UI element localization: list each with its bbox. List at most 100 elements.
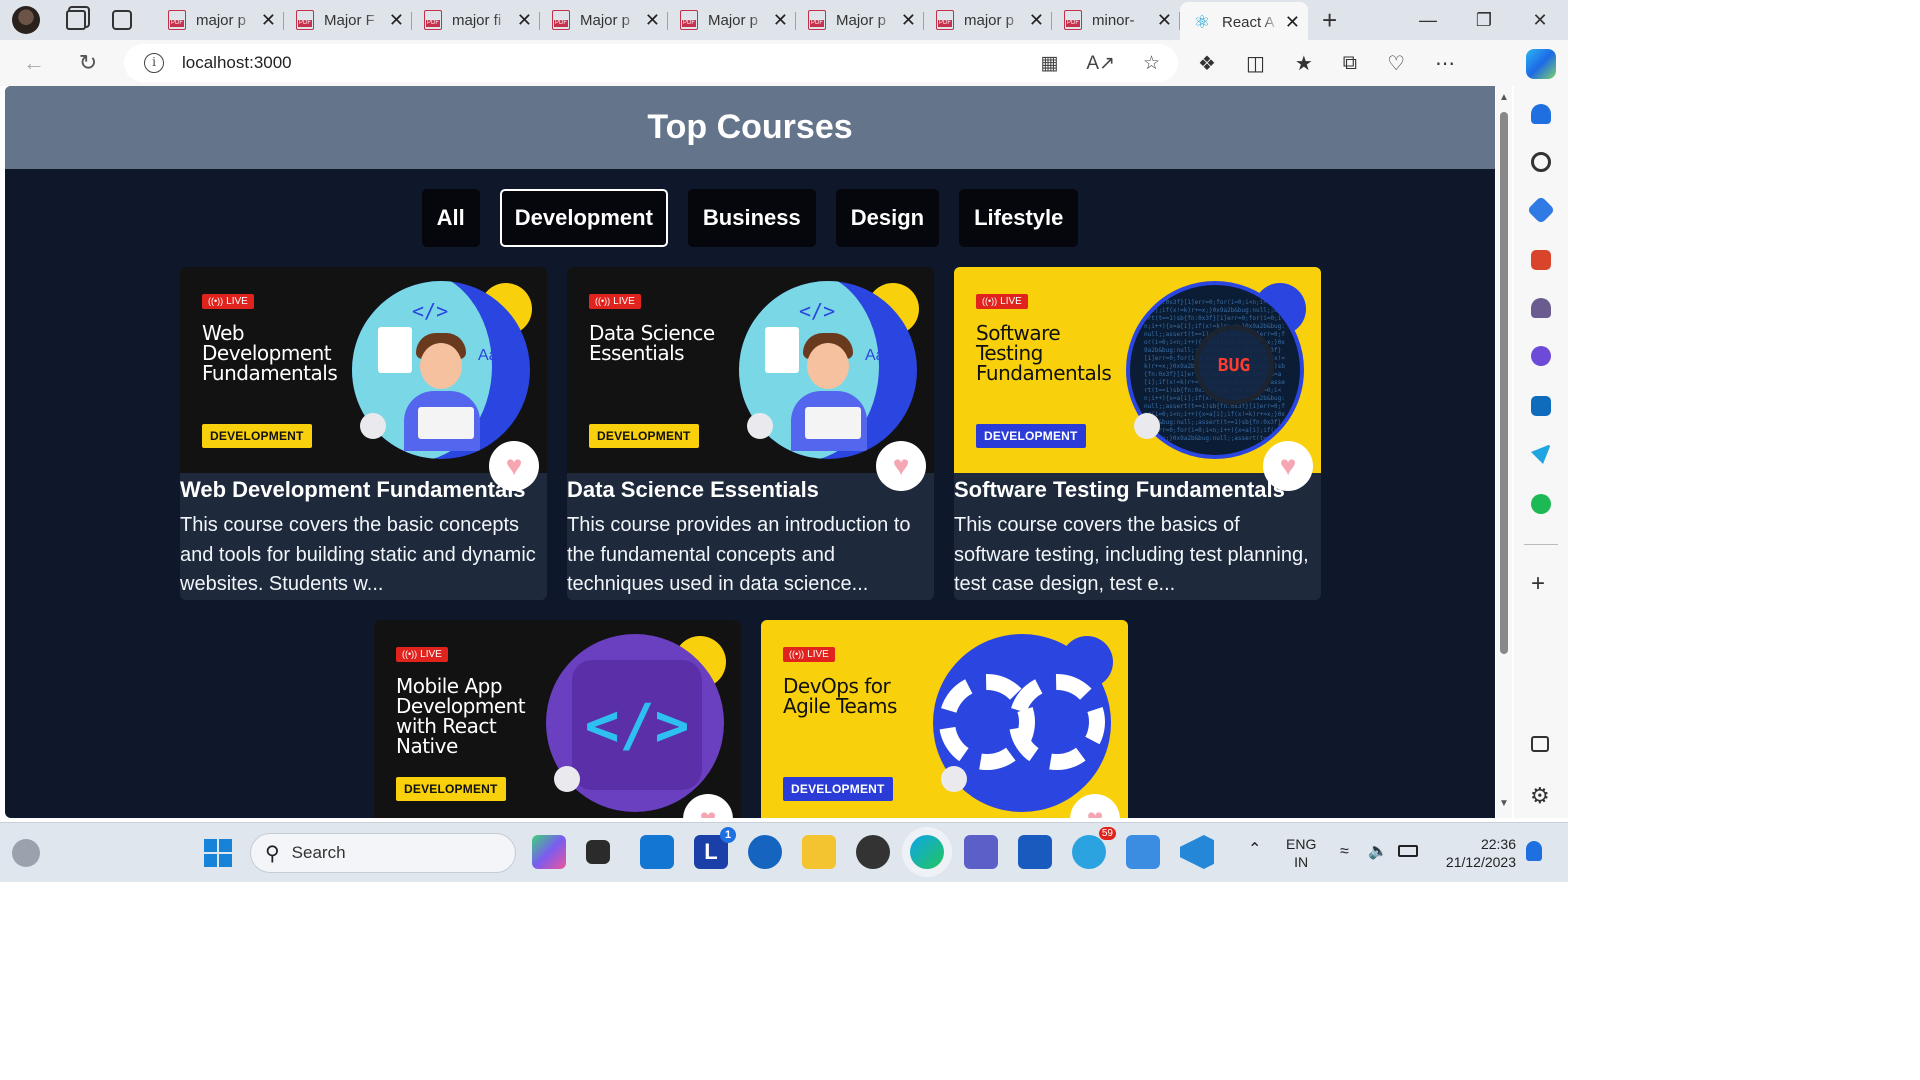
search-icon[interactable] [1531,152,1551,172]
sidebar-toggle-icon[interactable] [1531,736,1549,752]
url-text[interactable]: localhost:3000 [182,53,292,73]
tab-active[interactable]: ⚛ React A ✕ [1180,2,1308,42]
favorite-heart-button[interactable]: ♥ [1263,441,1313,491]
close-tab-icon[interactable]: ✕ [1157,10,1172,31]
minimize-button[interactable]: — [1400,10,1456,31]
page-scrollbar[interactable]: ▲ ▼ [1496,86,1512,818]
refresh-button[interactable]: ↻ [68,50,108,76]
course-title[interactable]: Software Testing Fundamentals [954,477,1321,503]
browser-essentials-icon[interactable]: ♡ [1387,51,1405,76]
tab-actions-icon[interactable] [112,10,132,30]
devops-loop-right [1009,674,1105,770]
course-card[interactable]: ((•)) LIVE Web Development Fundamentals DEV… [180,267,547,600]
filter-development-button[interactable]: Development [499,189,668,247]
photos-app-icon[interactable] [1126,835,1160,869]
close-tab-icon[interactable]: ✕ [1285,12,1300,33]
battery-icon[interactable] [1398,845,1418,857]
word-app-icon[interactable] [1018,835,1052,869]
close-tab-icon[interactable]: ✕ [645,10,660,31]
browser-tab[interactable]: PDF Major p ✕ [796,2,924,38]
course-card[interactable]: ((•)) LIVE Software Testing Fundamentals DE… [954,267,1321,600]
scroll-up-arrow[interactable]: ▲ [1499,92,1509,103]
restore-button[interactable]: ❐ [1456,10,1512,31]
course-title[interactable]: Data Science Essentials [567,477,934,503]
favorite-heart-button[interactable]: ♥ [876,441,926,491]
media-player-icon[interactable] [856,835,890,869]
split-screen-icon[interactable]: ◫ [1246,51,1265,76]
more-menu-icon[interactable]: ⋯ [1435,51,1455,76]
close-tab-icon[interactable]: ✕ [773,10,788,31]
copilot-preview-app-icon[interactable] [532,835,566,869]
vscode-app-icon[interactable] [1180,835,1214,869]
cortana-app-icon[interactable] [748,835,782,869]
close-tab-icon[interactable]: ✕ [901,10,916,31]
microsoft365-icon[interactable] [1531,346,1551,366]
start-button[interactable] [204,839,232,867]
filter-lifestyle-button[interactable]: Lifestyle [959,189,1079,247]
tray-overflow-icon[interactable]: ⌃ [1248,841,1261,859]
course-card[interactable]: ((•)) LIVE DevOps for Agile Teams DEVELOPME… [761,620,1128,818]
widgets-weather-icon[interactable] [12,839,40,867]
close-tab-icon[interactable]: ✕ [1029,10,1044,31]
linkedin-app-icon[interactable]: L1 [694,827,736,869]
add-sidebar-app-icon[interactable]: + [1531,570,1545,598]
browser-tab[interactable]: PDF Major p ✕ [540,2,668,38]
filter-all-button[interactable]: All [421,189,480,247]
browser-tab[interactable]: PDF major p ✕ [156,2,284,38]
close-window-button[interactable]: ✕ [1512,10,1568,31]
language-indicator[interactable]: ENG IN [1286,835,1316,871]
task-view-icon[interactable] [586,840,610,864]
filter-design-button[interactable]: Design [835,189,940,247]
scrollbar-thumb[interactable] [1500,112,1508,654]
collections-icon[interactable]: ⧉ [1343,52,1357,75]
send-icon[interactable] [1531,444,1551,464]
browser-tab[interactable]: PDF major p ✕ [924,2,1052,38]
spotify-icon[interactable] [1531,494,1551,514]
extensions-icon[interactable]: ❖ [1198,51,1216,76]
course-card[interactable]: ((•)) LIVE Mobile App Development with Rea… [374,620,741,818]
profile-avatar[interactable] [12,6,40,34]
volume-icon[interactable]: 🔈 [1368,843,1388,861]
read-aloud-icon[interactable]: A↗ [1086,52,1115,75]
favorite-star-icon[interactable]: ☆ [1143,52,1160,75]
mail-app-icon[interactable] [640,835,674,869]
course-card[interactable]: ((•)) LIVE Data Science Essentials DEVELOPM… [567,267,934,600]
notifications-icon[interactable] [1531,104,1551,124]
shopping-tag-icon[interactable] [1526,195,1556,225]
pdf-file-icon: PDF [680,10,698,30]
tools-icon[interactable] [1531,250,1551,270]
taskbar-search-box[interactable]: ⚲ Search [250,833,516,873]
close-tab-icon[interactable]: ✕ [389,10,404,31]
favorites-icon[interactable]: ★ [1295,51,1313,76]
sidebar-settings-icon[interactable]: ⚙ [1530,783,1550,809]
region-code: IN [1294,854,1309,870]
back-button[interactable]: ← [14,50,54,76]
favorite-heart-button[interactable]: ♥ [489,441,539,491]
scroll-down-arrow[interactable]: ▼ [1499,798,1509,809]
close-tab-icon[interactable]: ✕ [261,10,276,31]
close-tab-icon[interactable]: ✕ [517,10,532,31]
app-available-icon[interactable]: ▦ [1040,52,1058,75]
games-icon[interactable] [1531,298,1551,318]
telegram-app-icon[interactable]: 59 [1072,827,1116,869]
favorite-heart-button[interactable]: ♥ [683,794,733,818]
file-explorer-icon[interactable] [802,835,836,869]
notification-bell-icon[interactable] [1526,841,1542,861]
address-bar[interactable]: i localhost:3000 ▦ A↗ ☆ [124,44,1178,82]
favorite-heart-button[interactable]: ♥ [1070,794,1120,818]
edge-browser-icon[interactable] [910,835,944,869]
wifi-icon[interactable]: ≈ [1340,843,1349,861]
workspaces-icon[interactable] [66,10,86,30]
browser-tab[interactable]: PDF Major p ✕ [668,2,796,38]
outlook-icon[interactable] [1531,396,1551,416]
teams-app-icon[interactable] [964,835,998,869]
browser-tab[interactable]: PDF Major F ✕ [284,2,412,38]
browser-tab[interactable]: PDF minor- ✕ [1052,2,1180,38]
browser-tab[interactable]: PDF major fi ✕ [412,2,540,38]
course-title[interactable]: Web Development Fundamentals [180,477,547,503]
site-info-icon[interactable]: i [144,53,164,73]
clock[interactable]: 22:36 21/12/2023 [1436,835,1516,871]
filter-business-button[interactable]: Business [687,189,816,247]
copilot-icon[interactable] [1526,49,1556,79]
new-tab-button[interactable]: + [1322,5,1337,36]
